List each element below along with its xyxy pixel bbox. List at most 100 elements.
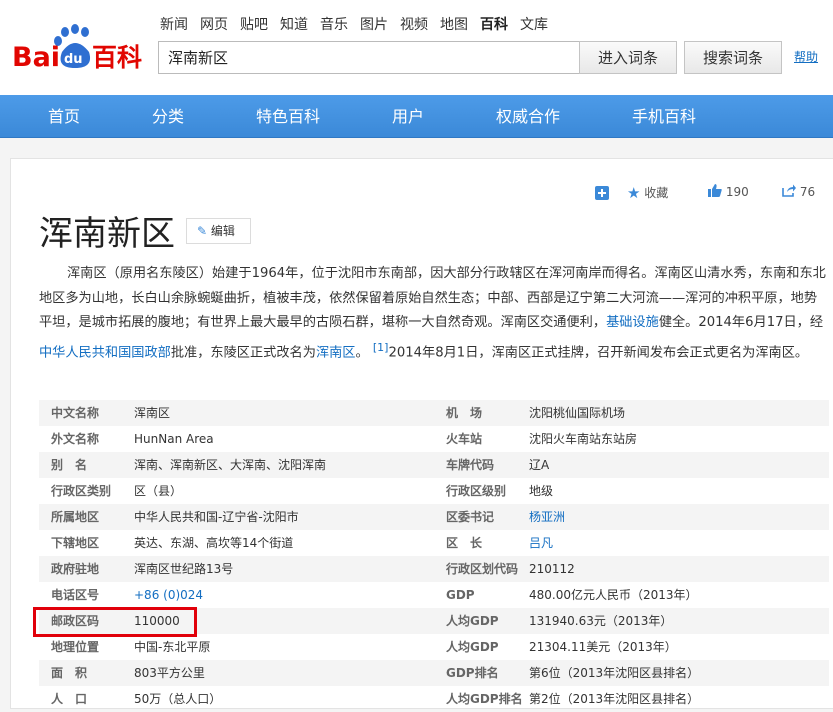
search-entry-button[interactable]: 搜索词条 xyxy=(684,41,782,74)
info-value: 浑南区世纪路13号 xyxy=(134,562,234,576)
nav-partners[interactable]: 权威合作 xyxy=(496,95,560,138)
info-label: 车牌代码 xyxy=(446,458,495,472)
info-label: GDP xyxy=(446,588,475,602)
edit-label: 编辑 xyxy=(210,224,235,238)
info-label: 外文名称 xyxy=(51,432,100,446)
search-input[interactable] xyxy=(159,42,580,73)
link-map[interactable]: 地图 xyxy=(440,14,468,34)
logo-text-baike: 百科 xyxy=(92,43,142,70)
info-value: 131940.63元（2013年） xyxy=(529,614,673,628)
info-value: 480.00亿元人民币（2013年） xyxy=(529,588,698,602)
info-label: 行政区划代码 xyxy=(446,562,519,576)
info-value: 第2位（2013年沈阳区县排名） xyxy=(529,692,700,706)
info-value: 50万（总人口） xyxy=(134,692,222,706)
info-row: 人 口 50万（总人口） 人均GDP排名 第2位（2013年沈阳区县排名） xyxy=(39,686,829,712)
info-label: 人均GDP xyxy=(446,640,499,654)
link-tieba[interactable]: 贴吧 xyxy=(240,14,268,34)
site-header: Bai du 百科 新闻网页贴吧知道音乐图片视频地图百科文库 进入词条 搜索词条… xyxy=(0,0,833,95)
info-value: 中国-东北平原 xyxy=(134,640,211,654)
info-row: 下辖地区 英达、东湖、高坎等14个街道 区 长 吕凡 xyxy=(39,530,829,556)
collect-button[interactable]: ★ 收藏 xyxy=(627,184,668,202)
search-box xyxy=(158,41,580,74)
like-button[interactable]: 190 xyxy=(708,184,749,199)
info-label: 人均GDP xyxy=(446,614,499,628)
product-links: 新闻 网页 贴吧 知道 音乐 图片 视频 地图 百科 文库 xyxy=(160,14,560,34)
info-label: 火车站 xyxy=(446,432,483,446)
info-value: 沈阳火车南站东站房 xyxy=(529,432,638,446)
nav-home[interactable]: 首页 xyxy=(48,95,80,138)
plus-icon[interactable] xyxy=(595,186,609,203)
info-row: 面 积 803平方公里 GDP排名 第6位（2013年沈阳区县排名） xyxy=(39,660,829,686)
info-value: 21304.11美元（2013年） xyxy=(529,640,677,654)
info-label: 人 口 xyxy=(51,692,88,706)
summary-text-2: 健全。2014年6月17日，经 xyxy=(658,315,824,330)
info-label: 别 名 xyxy=(51,458,88,472)
info-row: 外文名称 HunNan Area 火车站 沈阳火车南站东站房 xyxy=(39,426,829,452)
info-label: 政府驻地 xyxy=(51,562,100,576)
nav-mobile[interactable]: 手机百科 xyxy=(632,95,696,138)
info-value: 英达、东湖、高坎等14个街道 xyxy=(134,536,294,550)
info-value: 沈阳桃仙国际机场 xyxy=(529,406,626,420)
info-row: 别 名 浑南、浑南新区、大浑南、沈阳浑南 车牌代码 辽A xyxy=(39,452,829,478)
info-label: 电话区号 xyxy=(51,588,100,602)
link-district-head[interactable]: 吕凡 xyxy=(529,530,553,556)
link-hunnan-district[interactable]: 浑南区 xyxy=(316,345,356,360)
star-icon: ★ xyxy=(627,184,641,202)
page-title: 浑南新区 xyxy=(39,214,175,254)
share-button[interactable]: 76 xyxy=(782,184,815,199)
info-value: 地级 xyxy=(529,484,554,498)
info-row: 地理位置 中国-东北平原 人均GDP 21304.11美元（2013年） xyxy=(39,634,829,660)
thumbs-up-icon xyxy=(708,184,722,197)
info-label: 行政区类别 xyxy=(51,484,112,498)
reference-link[interactable]: [1] xyxy=(373,341,389,354)
info-row: 所属地区 中华人民共和国-辽宁省-沈阳市 区委书记 杨亚洲 xyxy=(39,504,829,530)
info-value: 803平方公里 xyxy=(134,666,205,680)
info-row: 行政区类别 区（县） 行政区级别 地级 xyxy=(39,478,829,504)
link-infrastructure[interactable]: 基础设施 xyxy=(606,315,659,330)
logo-text-du: du xyxy=(64,52,83,67)
info-label: 中文名称 xyxy=(51,406,100,420)
info-value-phone-code[interactable]: +86 (0)024 xyxy=(134,582,203,608)
info-value: 中华人民共和国-辽宁省-沈阳市 xyxy=(134,510,299,524)
main-nav: 首页 分类 特色百科 用户 权威合作 手机百科 xyxy=(0,95,833,138)
info-value: 区（县） xyxy=(134,484,183,498)
nav-categories[interactable]: 分类 xyxy=(152,95,184,138)
link-baike[interactable]: 百科 xyxy=(480,14,508,34)
info-value: 第6位（2013年沈阳区县排名） xyxy=(529,666,700,680)
enter-entry-button[interactable]: 进入词条 xyxy=(579,41,677,74)
like-count: 190 xyxy=(725,185,749,199)
link-wenku[interactable]: 文库 xyxy=(520,14,548,34)
pencil-icon: ✎ xyxy=(197,224,208,238)
link-web[interactable]: 网页 xyxy=(200,14,228,34)
nav-users[interactable]: 用户 xyxy=(392,95,424,138)
info-row: 中文名称 浑南区 机 场 沈阳桃仙国际机场 xyxy=(39,400,829,426)
nav-featured[interactable]: 特色百科 xyxy=(256,95,320,138)
summary-text-4: 。 xyxy=(355,344,369,360)
logo-text-bai: Bai xyxy=(12,42,60,70)
summary-text-5: 2014年8月1日，浑南区正式挂牌，召开新闻发布会正式更名为浑南区。 xyxy=(388,344,809,360)
info-row: 政府驻地 浑南区世纪路13号 行政区划代码 210112 xyxy=(39,556,829,582)
link-news[interactable]: 新闻 xyxy=(160,14,188,34)
help-link[interactable]: 帮助 xyxy=(794,48,818,65)
info-label: 所属地区 xyxy=(51,510,100,524)
link-ministry[interactable]: 中华人民共和国国政部 xyxy=(39,345,171,360)
info-label: 下辖地区 xyxy=(51,536,100,550)
info-label: 行政区级别 xyxy=(446,484,507,498)
info-label: 区 长 xyxy=(446,536,483,550)
baidu-baike-logo[interactable]: Bai du 百科 xyxy=(12,24,144,73)
info-value: 浑南区 xyxy=(134,406,171,420)
info-value: 210112 xyxy=(529,562,575,576)
link-video[interactable]: 视频 xyxy=(400,14,428,34)
link-images[interactable]: 图片 xyxy=(360,14,388,34)
share-count: 76 xyxy=(799,185,816,199)
collect-label: 收藏 xyxy=(644,186,669,200)
summary-paragraph: 浑南区（原用名东陵区）始建于1964年，位于沈阳市东南部，因大部分行政辖区在浑河… xyxy=(39,262,829,365)
info-label: 机 场 xyxy=(446,406,483,420)
link-zhidao[interactable]: 知道 xyxy=(280,14,308,34)
info-value: 浑南、浑南新区、大浑南、沈阳浑南 xyxy=(134,458,327,472)
link-music[interactable]: 音乐 xyxy=(320,14,348,34)
link-party-secretary[interactable]: 杨亚洲 xyxy=(529,504,565,530)
info-label: GDP排名 xyxy=(446,666,499,680)
info-label: 区委书记 xyxy=(446,510,495,524)
edit-button[interactable]: ✎ 编辑 xyxy=(186,218,251,244)
